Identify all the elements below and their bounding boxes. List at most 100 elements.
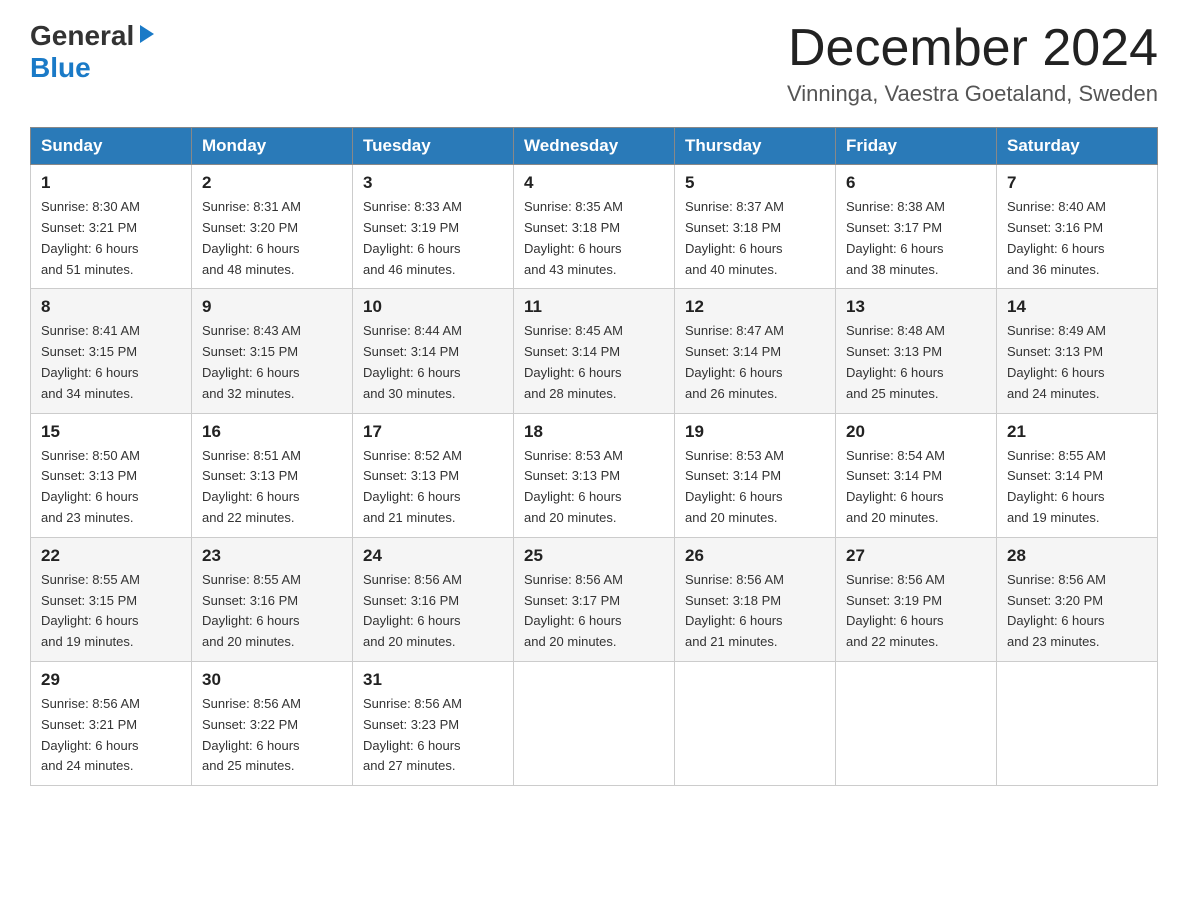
calendar-cell: 4 Sunrise: 8:35 AMSunset: 3:18 PMDaylight… xyxy=(514,165,675,289)
calendar-cell: 12 Sunrise: 8:47 AMSunset: 3:14 PMDayligh… xyxy=(675,289,836,413)
day-header-sunday: Sunday xyxy=(31,128,192,165)
day-header-friday: Friday xyxy=(836,128,997,165)
day-number: 5 xyxy=(685,173,825,193)
day-info: Sunrise: 8:31 AMSunset: 3:20 PMDaylight:… xyxy=(202,197,342,280)
day-number: 19 xyxy=(685,422,825,442)
day-number: 2 xyxy=(202,173,342,193)
day-header-thursday: Thursday xyxy=(675,128,836,165)
calendar-cell: 25 Sunrise: 8:56 AMSunset: 3:17 PMDayligh… xyxy=(514,537,675,661)
day-header-monday: Monday xyxy=(192,128,353,165)
day-info: Sunrise: 8:56 AMSunset: 3:21 PMDaylight:… xyxy=(41,694,181,777)
day-number: 16 xyxy=(202,422,342,442)
calendar-cell: 30 Sunrise: 8:56 AMSunset: 3:22 PMDayligh… xyxy=(192,661,353,785)
day-info: Sunrise: 8:44 AMSunset: 3:14 PMDaylight:… xyxy=(363,321,503,404)
calendar-cell: 20 Sunrise: 8:54 AMSunset: 3:14 PMDayligh… xyxy=(836,413,997,537)
logo-general-text: General xyxy=(30,20,158,52)
day-info: Sunrise: 8:56 AMSunset: 3:16 PMDaylight:… xyxy=(363,570,503,653)
day-number: 3 xyxy=(363,173,503,193)
location-text: Vinninga, Vaestra Goetaland, Sweden xyxy=(787,81,1158,107)
calendar-cell xyxy=(675,661,836,785)
calendar-cell: 14Sunrise: 8:49 AMSunset: 3:13 PMDayligh… xyxy=(997,289,1158,413)
page-header: General Blue December 2024 Vinninga, Vae… xyxy=(30,20,1158,107)
day-number: 17 xyxy=(363,422,503,442)
calendar-cell: 5Sunrise: 8:37 AMSunset: 3:18 PMDaylight… xyxy=(675,165,836,289)
day-number: 15 xyxy=(41,422,181,442)
day-info: Sunrise: 8:43 AMSunset: 3:15 PMDaylight:… xyxy=(202,321,342,404)
calendar-week-row: 8Sunrise: 8:41 AMSunset: 3:15 PMDaylight… xyxy=(31,289,1158,413)
calendar-cell: 6 Sunrise: 8:38 AMSunset: 3:17 PMDaylight… xyxy=(836,165,997,289)
calendar-header-row: SundayMondayTuesdayWednesdayThursdayFrid… xyxy=(31,128,1158,165)
day-info: Sunrise: 8:53 AMSunset: 3:14 PMDaylight:… xyxy=(685,446,825,529)
day-number: 18 xyxy=(524,422,664,442)
day-info: Sunrise: 8:56 AMSunset: 3:22 PMDaylight:… xyxy=(202,694,342,777)
day-info: Sunrise: 8:30 AMSunset: 3:21 PMDaylight:… xyxy=(41,197,181,280)
calendar-cell: 22 Sunrise: 8:55 AMSunset: 3:15 PMDayligh… xyxy=(31,537,192,661)
day-info: Sunrise: 8:49 AMSunset: 3:13 PMDaylight:… xyxy=(1007,321,1147,404)
calendar-cell: 3Sunrise: 8:33 AMSunset: 3:19 PMDaylight… xyxy=(353,165,514,289)
day-number: 6 xyxy=(846,173,986,193)
day-number: 4 xyxy=(524,173,664,193)
calendar-cell xyxy=(836,661,997,785)
day-info: Sunrise: 8:54 AMSunset: 3:14 PMDaylight:… xyxy=(846,446,986,529)
day-number: 13 xyxy=(846,297,986,317)
logo-blue-text: Blue xyxy=(30,52,158,84)
day-info: Sunrise: 8:55 AMSunset: 3:15 PMDaylight:… xyxy=(41,570,181,653)
calendar-cell: 23Sunrise: 8:55 AMSunset: 3:16 PMDayligh… xyxy=(192,537,353,661)
day-info: Sunrise: 8:56 AMSunset: 3:17 PMDaylight:… xyxy=(524,570,664,653)
day-info: Sunrise: 8:55 AMSunset: 3:14 PMDaylight:… xyxy=(1007,446,1147,529)
day-number: 27 xyxy=(846,546,986,566)
calendar-cell: 8Sunrise: 8:41 AMSunset: 3:15 PMDaylight… xyxy=(31,289,192,413)
day-number: 21 xyxy=(1007,422,1147,442)
day-info: Sunrise: 8:48 AMSunset: 3:13 PMDaylight:… xyxy=(846,321,986,404)
day-info: Sunrise: 8:38 AMSunset: 3:17 PMDaylight:… xyxy=(846,197,986,280)
calendar-cell: 1 Sunrise: 8:30 AMSunset: 3:21 PMDaylight… xyxy=(31,165,192,289)
day-number: 20 xyxy=(846,422,986,442)
day-info: Sunrise: 8:55 AMSunset: 3:16 PMDaylight:… xyxy=(202,570,342,653)
calendar-table: SundayMondayTuesdayWednesdayThursdayFrid… xyxy=(30,127,1158,786)
calendar-week-row: 29Sunrise: 8:56 AMSunset: 3:21 PMDayligh… xyxy=(31,661,1158,785)
calendar-cell: 28 Sunrise: 8:56 AMSunset: 3:20 PMDayligh… xyxy=(997,537,1158,661)
calendar-cell: 9 Sunrise: 8:43 AMSunset: 3:15 PMDaylight… xyxy=(192,289,353,413)
day-number: 25 xyxy=(524,546,664,566)
calendar-cell: 29Sunrise: 8:56 AMSunset: 3:21 PMDayligh… xyxy=(31,661,192,785)
day-info: Sunrise: 8:47 AMSunset: 3:14 PMDaylight:… xyxy=(685,321,825,404)
day-info: Sunrise: 8:45 AMSunset: 3:14 PMDaylight:… xyxy=(524,321,664,404)
day-number: 22 xyxy=(41,546,181,566)
day-number: 10 xyxy=(363,297,503,317)
calendar-cell: 7Sunrise: 8:40 AMSunset: 3:16 PMDaylight… xyxy=(997,165,1158,289)
day-number: 1 xyxy=(41,173,181,193)
calendar-cell xyxy=(514,661,675,785)
day-info: Sunrise: 8:50 AMSunset: 3:13 PMDaylight:… xyxy=(41,446,181,529)
day-number: 12 xyxy=(685,297,825,317)
calendar-cell: 15 Sunrise: 8:50 AMSunset: 3:13 PMDayligh… xyxy=(31,413,192,537)
title-section: December 2024 Vinninga, Vaestra Goetalan… xyxy=(787,20,1158,107)
day-info: Sunrise: 8:56 AMSunset: 3:23 PMDaylight:… xyxy=(363,694,503,777)
calendar-week-row: 15 Sunrise: 8:50 AMSunset: 3:13 PMDayligh… xyxy=(31,413,1158,537)
logo-arrow-icon xyxy=(136,20,158,52)
day-info: Sunrise: 8:35 AMSunset: 3:18 PMDaylight:… xyxy=(524,197,664,280)
day-number: 9 xyxy=(202,297,342,317)
day-info: Sunrise: 8:56 AMSunset: 3:18 PMDaylight:… xyxy=(685,570,825,653)
calendar-cell xyxy=(997,661,1158,785)
calendar-cell: 2 Sunrise: 8:31 AMSunset: 3:20 PMDaylight… xyxy=(192,165,353,289)
day-info: Sunrise: 8:56 AMSunset: 3:20 PMDaylight:… xyxy=(1007,570,1147,653)
day-number: 11 xyxy=(524,297,664,317)
day-info: Sunrise: 8:52 AMSunset: 3:13 PMDaylight:… xyxy=(363,446,503,529)
day-info: Sunrise: 8:53 AMSunset: 3:13 PMDaylight:… xyxy=(524,446,664,529)
day-number: 28 xyxy=(1007,546,1147,566)
calendar-cell: 13 Sunrise: 8:48 AMSunset: 3:13 PMDayligh… xyxy=(836,289,997,413)
calendar-cell: 31Sunrise: 8:56 AMSunset: 3:23 PMDayligh… xyxy=(353,661,514,785)
logo: General Blue xyxy=(30,20,158,84)
day-number: 7 xyxy=(1007,173,1147,193)
calendar-cell: 27Sunrise: 8:56 AMSunset: 3:19 PMDayligh… xyxy=(836,537,997,661)
month-title: December 2024 xyxy=(787,20,1158,77)
calendar-cell: 10 Sunrise: 8:44 AMSunset: 3:14 PMDayligh… xyxy=(353,289,514,413)
day-header-tuesday: Tuesday xyxy=(353,128,514,165)
calendar-cell: 24 Sunrise: 8:56 AMSunset: 3:16 PMDayligh… xyxy=(353,537,514,661)
day-number: 30 xyxy=(202,670,342,690)
day-number: 8 xyxy=(41,297,181,317)
day-header-wednesday: Wednesday xyxy=(514,128,675,165)
day-number: 24 xyxy=(363,546,503,566)
calendar-cell: 17 Sunrise: 8:52 AMSunset: 3:13 PMDayligh… xyxy=(353,413,514,537)
calendar-cell: 21 Sunrise: 8:55 AMSunset: 3:14 PMDayligh… xyxy=(997,413,1158,537)
